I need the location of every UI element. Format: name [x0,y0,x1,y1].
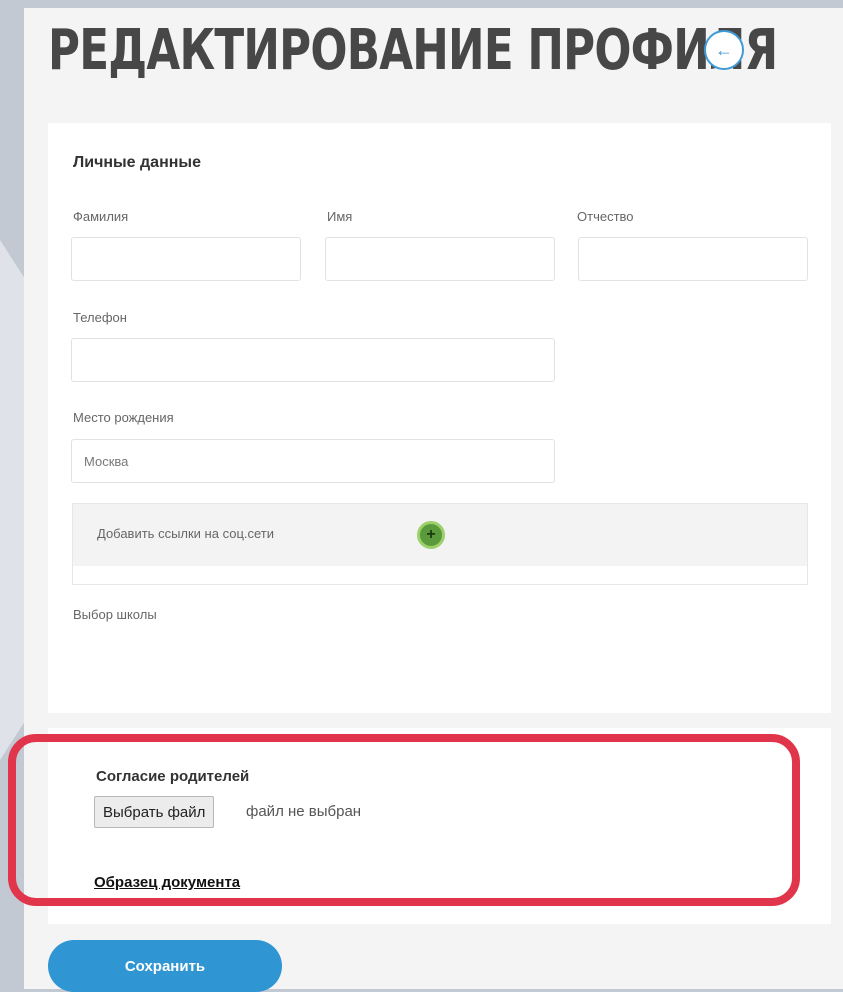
patronymic-input[interactable] [578,237,808,281]
arrow-left-icon: ← [715,39,733,60]
social-links-label: Добавить ссылки на соц.сети [97,526,275,541]
personal-data-heading: Личные данные [73,154,201,171]
social-links-box: Добавить ссылки на соц.сети + [72,503,808,585]
first-name-input[interactable] [325,237,555,281]
phone-label: Телефон [73,310,127,325]
birthplace-label: Место рождения [73,410,174,425]
birthplace-input[interactable] [71,439,555,483]
plus-icon: + [426,526,436,543]
first-name-label: Имя [327,209,353,224]
patronymic-label: Отчество [577,209,634,224]
page-title: РЕДАКТИРОВАНИЕ ПРОФИЛЯ [48,18,778,83]
personal-data-card: Личные данные Фамилия Имя Отчество Телеф… [48,123,831,713]
add-social-link-button[interactable]: + [417,521,445,549]
last-name-input[interactable] [71,237,301,281]
back-button[interactable]: ← [704,30,744,70]
phone-input[interactable] [71,338,555,382]
school-label: Выбор школы [73,607,157,622]
highlight-frame [8,734,800,906]
save-button[interactable]: Сохранить [48,940,282,992]
last-name-label: Фамилия [73,209,129,224]
